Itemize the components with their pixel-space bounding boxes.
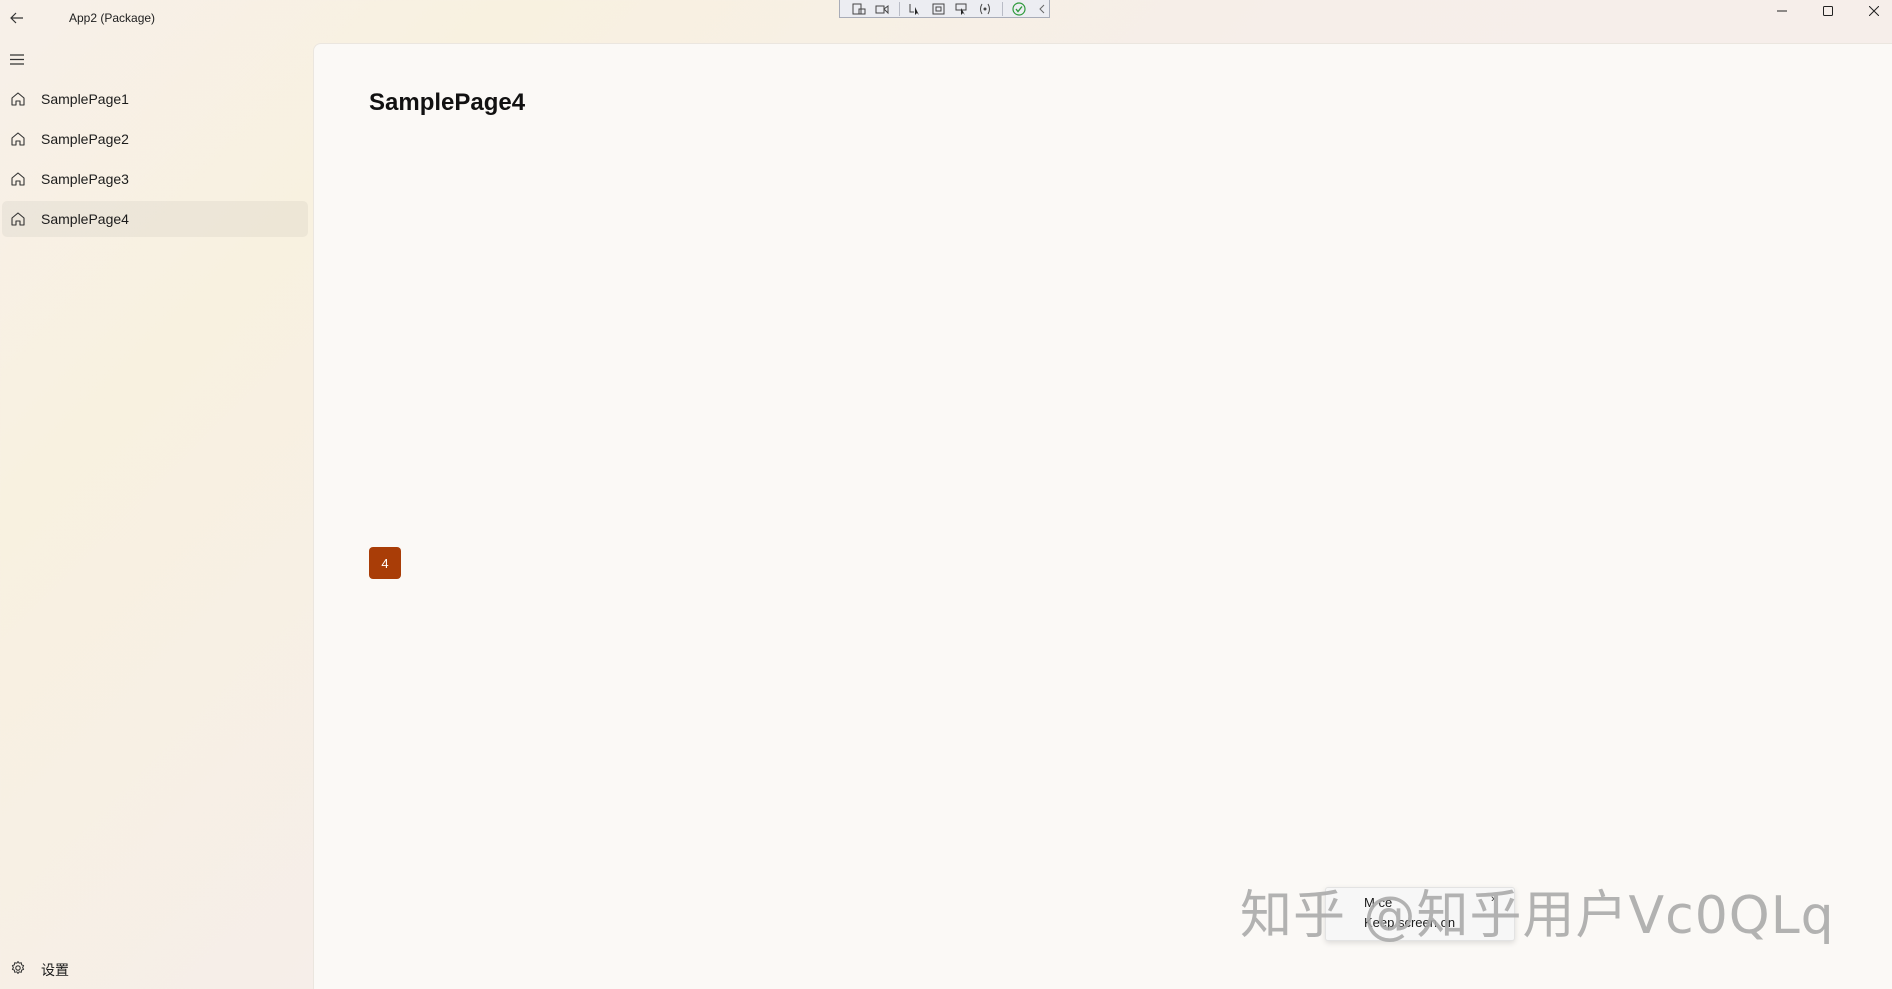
minimize-icon [1777,10,1787,12]
submenu-chevron-icon: › [1491,893,1495,905]
nav-item-samplepage3[interactable]: SamplePage3 [2,161,308,197]
select-element-icon[interactable] [908,2,922,16]
back-button[interactable] [4,4,30,32]
home-icon [11,132,25,146]
window-title: App2 (Package) [69,11,156,25]
page-title: SamplePage4 [369,89,526,116]
maximize-button[interactable] [1805,0,1851,22]
nav-item-label: SamplePage3 [41,171,129,187]
hamburger-menu-icon [10,53,24,65]
nav-item-samplepage2[interactable]: SamplePage2 [2,121,308,157]
home-icon [11,172,25,186]
nav-item-label: 设置 [41,962,69,978]
maximize-icon [1823,6,1833,16]
content-frame: SamplePage4 4 [313,43,1892,989]
close-icon [1869,6,1879,16]
collapse-chevron-icon[interactable] [1035,2,1049,16]
context-menu-item-mode[interactable]: M ce [1364,895,1392,910]
minimize-button[interactable] [1759,0,1805,22]
nav-item-samplepage1[interactable]: SamplePage1 [2,81,308,117]
home-icon [11,92,25,106]
live-visual-tree-icon[interactable] [852,2,866,16]
binding-failures-icon[interactable] [978,2,992,16]
number-badge: 4 [369,547,401,579]
track-focus-icon[interactable] [955,2,969,16]
back-arrow-icon [10,12,23,24]
toolbar-separator [1001,1,1003,16]
home-icon [11,212,25,226]
nav-item-label: SamplePage1 [41,91,129,107]
toolbar-separator [898,1,900,16]
xaml-debug-toolbar [839,0,1050,18]
nav-item-label: SamplePage4 [41,211,129,227]
gear-icon [11,961,25,974]
hot-reload-check-icon[interactable] [1011,1,1026,16]
nav-item-label: SamplePage2 [41,131,129,147]
display-layout-adorners-icon[interactable] [932,2,946,16]
nav-item-samplepage4[interactable]: SamplePage4 [2,201,308,237]
nav-menu-button[interactable] [4,46,30,72]
record-icon[interactable] [875,2,889,16]
close-button[interactable] [1851,0,1892,22]
title-bar: App2 (Package) [0,0,1892,40]
nav-item-settings[interactable]: 设置 [2,950,308,986]
context-menu-item-keep-screen-on[interactable]: Keep screen on [1364,915,1455,930]
context-menu: M ce › Keep screen on [1325,887,1515,941]
